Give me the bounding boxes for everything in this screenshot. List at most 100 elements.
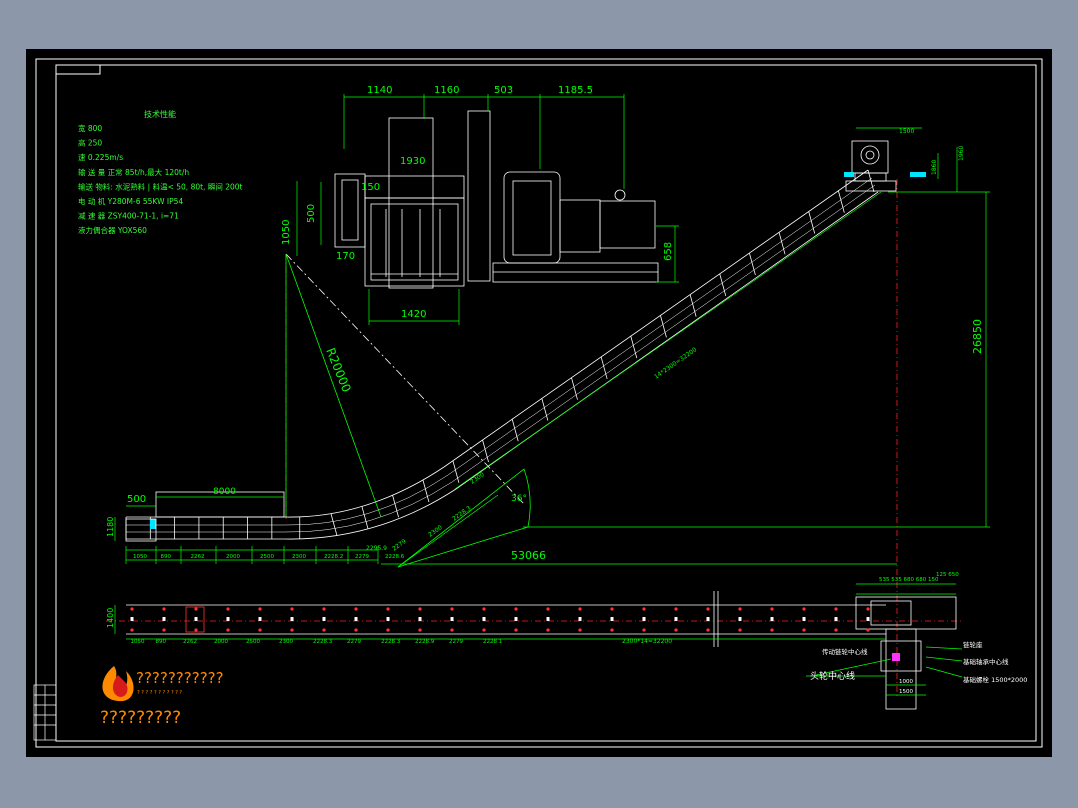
anchor-bolt xyxy=(450,617,454,621)
plan-bottom-dim: 2228.3 xyxy=(313,639,333,645)
anchor-dot xyxy=(322,607,326,611)
spec-line: 减 速 器 ZSY400-71-1, i=71 xyxy=(78,211,179,221)
anchor-dot xyxy=(418,628,422,632)
anchor-bolt xyxy=(770,617,774,621)
spec-line: 高 250 xyxy=(78,138,102,148)
plan-anchor-dots xyxy=(130,607,870,632)
plan-bottom-dim: 2228.9 xyxy=(415,639,435,645)
dim-plan-head-top: 535 535 680 680 150 xyxy=(879,577,939,583)
dim-plan-head-top2: 125 650 xyxy=(936,572,959,578)
dim-1140: 1140 xyxy=(367,85,392,96)
plan-bottom-dim: 890 xyxy=(156,639,167,645)
anchor-dot xyxy=(642,607,646,611)
anchor-bolt xyxy=(322,617,326,621)
anchor-bolt xyxy=(834,617,838,621)
anchor-dot xyxy=(162,607,166,611)
anchor-bolt xyxy=(674,617,678,621)
profile-bottom-dim: 890 xyxy=(161,554,172,560)
anchor-dot xyxy=(450,628,454,632)
anchor-dot xyxy=(802,628,806,632)
anchor-dot xyxy=(642,628,646,632)
conveyor-rib xyxy=(330,513,338,536)
tail-station xyxy=(125,491,285,542)
conveyor-rib xyxy=(749,252,756,276)
motor xyxy=(599,200,656,249)
dim-pitch-e: 2295.9 xyxy=(366,545,387,552)
spec-line: 液力偶合器 YOX560 xyxy=(78,225,147,235)
anchor-bolt xyxy=(642,617,646,621)
dim-1160: 1160 xyxy=(434,85,459,96)
callout-sprocket-seat: 链轮座 xyxy=(963,640,983,649)
profile-bottom-dim: 2300 xyxy=(292,554,306,560)
anchor-bolt xyxy=(226,617,230,621)
anchor-dot xyxy=(514,607,518,611)
anchor-dot xyxy=(546,628,550,632)
dim-width-1000: 1000 xyxy=(899,679,913,685)
anchor-dot xyxy=(674,628,678,632)
drive-dim-labels: 1140 1160 503 1185.5 1930 150 170 1420 1… xyxy=(281,85,674,320)
anchor-bolt xyxy=(418,617,422,621)
anchor-dot xyxy=(770,607,774,611)
plan-bottom-dim: 2228.3 xyxy=(381,639,401,645)
anchor-dot xyxy=(354,607,358,611)
dim-1930: 1930 xyxy=(400,156,425,167)
radius-construction xyxy=(285,253,531,568)
anchor-dot xyxy=(258,628,262,632)
dim-pitch-a: 2300 xyxy=(469,471,486,486)
anchor-bolt xyxy=(354,617,358,621)
drive-base xyxy=(492,262,659,283)
drawing-sheet: 技术性能 宽 800 高 250 速 0.225m/s 输 送 量 正常 85t/h,… xyxy=(26,49,1052,757)
dim-pitch-c: 2228.3 xyxy=(451,505,472,523)
anchor-bolt xyxy=(706,617,710,621)
profile-bottom-dim: 2000 xyxy=(226,554,240,560)
anchor-dot xyxy=(290,628,294,632)
dim-head-side2: 1960 xyxy=(958,146,965,161)
anchor-dot xyxy=(834,607,838,611)
logo-caption: ????????? xyxy=(100,708,181,728)
gearbox-shaft-casing xyxy=(388,117,434,289)
conveyor-rib xyxy=(808,211,816,234)
anchor-dot xyxy=(610,628,614,632)
logo-subtitle: ? ? ? ? ? ? ? ? ? ? ? xyxy=(137,690,182,696)
dim-1180: 1180 xyxy=(106,517,115,537)
anchor-dot xyxy=(578,607,582,611)
brake xyxy=(559,199,601,253)
anchor-dot xyxy=(450,607,454,611)
anchor-dot xyxy=(706,628,710,632)
conveyor-rib xyxy=(600,356,608,380)
anchor-bolt xyxy=(514,617,518,621)
anchor-bolt xyxy=(578,617,582,621)
profile-bottom-dim: 2500 xyxy=(260,554,274,560)
cad-drawing: 技术性能 宽 800 高 250 速 0.225m/s 输 送 量 正常 85t/h,… xyxy=(33,58,1043,748)
conveyor-rib xyxy=(778,232,786,255)
conveyor-ribs xyxy=(125,169,875,539)
drive-dimensions xyxy=(296,94,679,325)
anchor-dot xyxy=(770,628,774,632)
callout-bearing-center: 基础轴承中心线 xyxy=(963,657,1009,666)
head-shaft-marker-icon xyxy=(892,653,900,661)
dim-width-1500: 1500 xyxy=(899,689,913,695)
anchor-bolt xyxy=(258,617,262,621)
conveyor-rib xyxy=(571,377,578,400)
plan-bottom-dim: 2279 xyxy=(347,639,361,645)
conveyor-profile xyxy=(126,169,879,540)
dim-503: 503 xyxy=(494,85,513,96)
logo-title: ??????????? xyxy=(136,669,224,687)
anchor-dot xyxy=(514,628,518,632)
anchor-dot xyxy=(706,607,710,611)
conveyor-rib xyxy=(689,294,697,317)
plan-bottom-dim: 2279 xyxy=(449,639,463,645)
anchor-bolt xyxy=(866,617,870,621)
dim-1185: 1185.5 xyxy=(558,85,593,96)
callout-foundation-bolts: 基础螺栓 1500*2000 xyxy=(963,675,1027,684)
dim-head-top: 1500 xyxy=(899,128,914,135)
anchor-dot xyxy=(386,628,390,632)
anchor-dot xyxy=(866,607,870,611)
anchor-dot xyxy=(610,607,614,611)
head-bearing-right-icon xyxy=(910,172,926,177)
anchor-dot xyxy=(418,607,422,611)
anchor-bolt xyxy=(194,617,198,621)
fluid-coupling xyxy=(503,171,561,264)
corner-box xyxy=(55,64,101,75)
anchor-dot xyxy=(546,607,550,611)
